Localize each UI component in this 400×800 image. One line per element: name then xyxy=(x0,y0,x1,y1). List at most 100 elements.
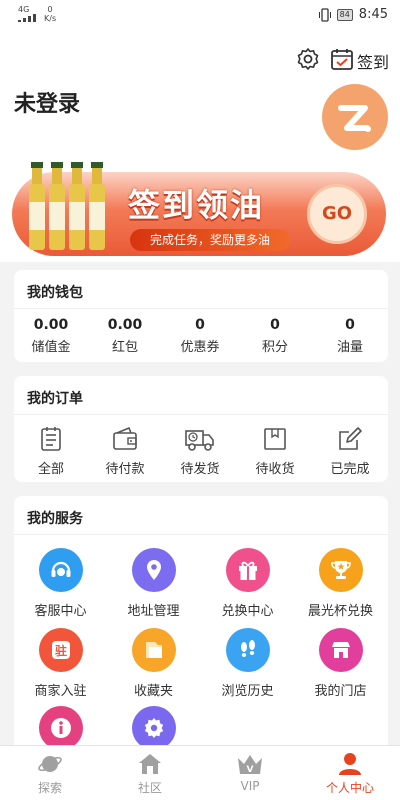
service-favorites[interactable]: 收藏夹 xyxy=(107,628,200,699)
service-label: 地址管理 xyxy=(127,604,180,619)
wallet-item-stored-value[interactable]: 0.00 储值金 xyxy=(14,317,88,355)
wallet-item-coupons[interactable]: 0 优惠券 xyxy=(163,317,237,355)
net-speed-unit: K/s xyxy=(44,14,57,23)
status-bar: 4G 0 K/s 84 8:45 xyxy=(0,0,400,32)
service-label: 商家入驻 xyxy=(34,684,87,699)
go-button[interactable]: GO xyxy=(307,184,367,244)
net-speed: 0 K/s xyxy=(44,5,56,23)
service-label: 我的门店 xyxy=(314,684,367,699)
checkin-button[interactable]: 签到 xyxy=(357,49,389,73)
divider xyxy=(14,414,388,415)
signal-label: 4G xyxy=(18,5,30,14)
wallet-value: 0 xyxy=(195,317,205,333)
wallet-title: 我的钱包 xyxy=(27,285,83,301)
wallet-value: 0 xyxy=(345,317,355,333)
battery-indicator: 84 xyxy=(336,8,353,21)
list-icon xyxy=(41,427,61,451)
service-icon-bg xyxy=(225,548,270,592)
order-all[interactable]: 全部 xyxy=(14,426,88,477)
banner-subtitle: 完成任务，奖励更多油 xyxy=(130,229,290,251)
tab-profile[interactable]: 个人中心 xyxy=(300,752,400,796)
service-icon-bg xyxy=(131,548,176,592)
service-icon-bg xyxy=(38,706,83,750)
headset-icon xyxy=(51,561,70,577)
order-completed[interactable]: 已完成 xyxy=(313,426,387,477)
order-label: 已完成 xyxy=(330,462,370,477)
service-label: 浏览历史 xyxy=(221,684,274,699)
tab-explore[interactable]: 探索 xyxy=(0,752,100,796)
service-label: 晨光杯兑换 xyxy=(307,604,373,619)
tab-label: VIP xyxy=(240,779,260,793)
banner-title: 签到领油 xyxy=(128,186,265,224)
service-icon-bg xyxy=(318,548,363,592)
footprints-icon xyxy=(240,640,255,657)
service-cup-redeem[interactable]: 晨光杯兑换 xyxy=(294,548,387,619)
wallet-value: 0.00 xyxy=(33,317,69,333)
service-icon-bg xyxy=(318,628,363,672)
box-icon xyxy=(264,428,286,450)
svg-text:V: V xyxy=(247,765,254,775)
service-browse-history[interactable]: 浏览历史 xyxy=(201,628,294,699)
orders-title: 我的订单 xyxy=(27,391,83,407)
home-icon xyxy=(139,754,161,774)
wallet-value: 0 xyxy=(270,317,280,333)
wallet-label: 油量 xyxy=(336,340,363,355)
divider xyxy=(14,534,388,535)
tab-label: 个人中心 xyxy=(325,781,374,795)
net-speed-value: 0 xyxy=(47,5,53,14)
signal-bars-icon xyxy=(18,14,36,22)
divider xyxy=(14,308,388,309)
service-address-management[interactable]: 地址管理 xyxy=(107,548,200,619)
service-redeem-center[interactable]: 兑换中心 xyxy=(201,548,294,619)
order-pending-shipment[interactable]: 待发货 xyxy=(163,426,237,477)
edit-icon xyxy=(339,427,362,450)
planet-icon xyxy=(38,756,62,772)
order-label: 待收货 xyxy=(255,462,295,477)
crown-icon: V xyxy=(238,755,262,775)
service-customer-center[interactable]: 客服中心 xyxy=(14,548,107,619)
avatar-logo-icon xyxy=(338,105,371,132)
wallet-item-red-packet[interactable]: 0.00 红包 xyxy=(88,317,162,355)
gift-icon xyxy=(238,561,257,580)
wallet-card: 我的钱包 0.00 储值金 0.00 红包 0 优惠券 0 积分 0 油量 xyxy=(14,270,388,362)
service-icon-bg xyxy=(225,628,270,672)
order-pending-payment[interactable]: 待付款 xyxy=(88,426,162,477)
vibrate-icon xyxy=(318,7,331,22)
clock: 8:45 xyxy=(358,7,388,22)
service-merchant-join[interactable]: 驻 商家入驻 xyxy=(14,628,107,699)
gear-icon[interactable] xyxy=(296,47,320,71)
order-pending-receipt[interactable]: 待收货 xyxy=(238,426,312,477)
wallet-label: 积分 xyxy=(261,340,288,355)
signal-indicator: 4G xyxy=(18,5,40,24)
service-label: 兑换中心 xyxy=(221,604,274,619)
wallet-item-oil[interactable]: 0 油量 xyxy=(313,317,387,355)
service-my-store[interactable]: 我的门店 xyxy=(294,628,387,699)
wallet-item-points[interactable]: 0 积分 xyxy=(238,317,312,355)
person-icon xyxy=(339,753,361,775)
orders-card: 我的订单 全部 待付款 待发货 待收货 已完成 xyxy=(14,376,388,482)
calendar-check-icon[interactable] xyxy=(330,47,354,71)
store-badge-icon: 驻 xyxy=(51,641,70,659)
order-label: 全部 xyxy=(37,462,64,477)
tab-label: 探索 xyxy=(37,781,62,795)
truck-icon xyxy=(185,430,214,451)
tab-vip[interactable]: V VIP xyxy=(200,752,300,793)
avatar[interactable] xyxy=(322,84,388,150)
settings-gear-icon xyxy=(144,718,163,738)
services-title: 我的服务 xyxy=(27,511,83,527)
info-icon xyxy=(50,718,71,738)
login-status[interactable]: 未登录 xyxy=(14,86,80,118)
order-label: 待付款 xyxy=(105,462,145,477)
svg-text:驻: 驻 xyxy=(54,643,66,658)
folder-icon xyxy=(145,642,162,658)
tab-label: 社区 xyxy=(137,781,162,795)
location-icon xyxy=(146,560,161,580)
wallet-value: 0.00 xyxy=(107,317,143,333)
order-label: 待发货 xyxy=(180,462,220,477)
wallet-label: 红包 xyxy=(111,340,138,355)
wallet-icon xyxy=(113,426,137,450)
service-label: 客服中心 xyxy=(34,604,87,619)
tab-community[interactable]: 社区 xyxy=(100,752,200,796)
service-icon-bg xyxy=(131,628,176,672)
wallet-label: 优惠券 xyxy=(180,340,220,355)
